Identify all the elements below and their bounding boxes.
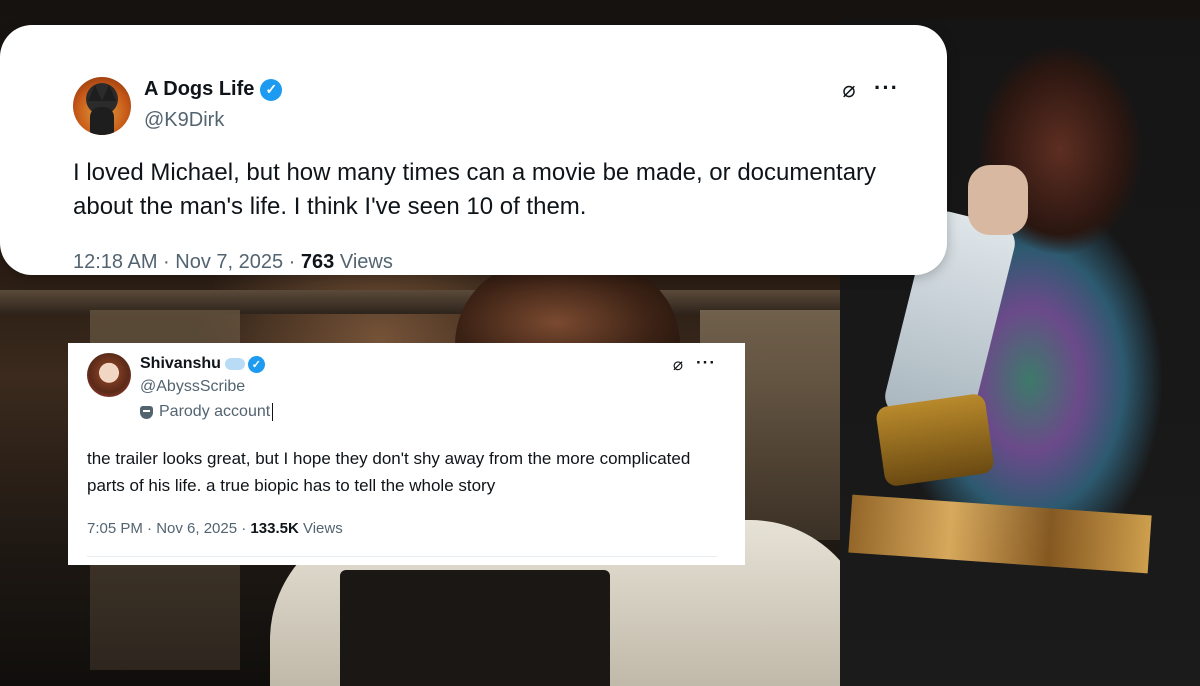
- avatar[interactable]: [87, 353, 131, 397]
- display-name-text[interactable]: A Dogs Life: [144, 78, 254, 101]
- views-label: Views: [302, 520, 343, 537]
- more-icon[interactable]: ···: [696, 353, 716, 373]
- views-count: 133.5K: [250, 520, 299, 537]
- background-performer-cuff: [874, 392, 996, 488]
- display-name[interactable]: Shivanshu ✓: [140, 355, 265, 373]
- views-label: Views: [339, 251, 393, 273]
- verified-badge-icon[interactable]: ✓: [247, 355, 265, 373]
- avatar-ear-right: [102, 85, 116, 101]
- display-name[interactable]: A Dogs Life ✓: [144, 78, 283, 101]
- timestamp[interactable]: 7:05 PM · Nov 6, 2025 ·: [87, 520, 246, 537]
- parody-label: Parody account: [159, 403, 271, 420]
- tweet-text: the trailer looks great, but I hope they…: [87, 449, 691, 495]
- tweet-meta: 7:05 PM · Nov 6, 2025 · 133.5K Views: [87, 520, 343, 537]
- grok-icon[interactable]: ⌀: [836, 77, 862, 103]
- display-name-text[interactable]: Shivanshu: [140, 355, 221, 373]
- verified-badge-icon[interactable]: ✓: [260, 78, 283, 101]
- tweet-text: I loved Michael, but how many times can …: [73, 159, 877, 220]
- grok-icon[interactable]: ⌀: [668, 355, 688, 375]
- background-mic-stand: [340, 570, 610, 686]
- tweet-meta: 12:18 AM · Nov 7, 2025 · 763 Views: [73, 251, 393, 274]
- avatar-ear-left: [88, 85, 102, 101]
- timestamp[interactable]: 12:18 AM · Nov 7, 2025 ·: [73, 251, 295, 273]
- background-performer-hand: [968, 165, 1028, 235]
- avatar[interactable]: [73, 77, 131, 135]
- divider: [87, 556, 717, 557]
- more-icon[interactable]: ···: [874, 75, 899, 101]
- cloud-emoji-icon: [224, 358, 245, 370]
- tweet-card-k9dirk[interactable]: A Dogs Life ✓ @K9Dirk ⌀ ··· I loved Mich…: [0, 25, 947, 275]
- avatar-dog-body: [90, 107, 114, 135]
- parody-mask-icon: [140, 405, 153, 419]
- tweet-card-abyssscribe[interactable]: Shivanshu ✓ @AbyssScribe Parody account …: [68, 343, 745, 565]
- parody-badge: Parody account: [140, 403, 274, 421]
- handle[interactable]: @AbyssScribe: [140, 378, 245, 396]
- text-cursor: [272, 403, 274, 421]
- views-count: 763: [300, 251, 335, 273]
- handle[interactable]: @K9Dirk: [144, 109, 224, 132]
